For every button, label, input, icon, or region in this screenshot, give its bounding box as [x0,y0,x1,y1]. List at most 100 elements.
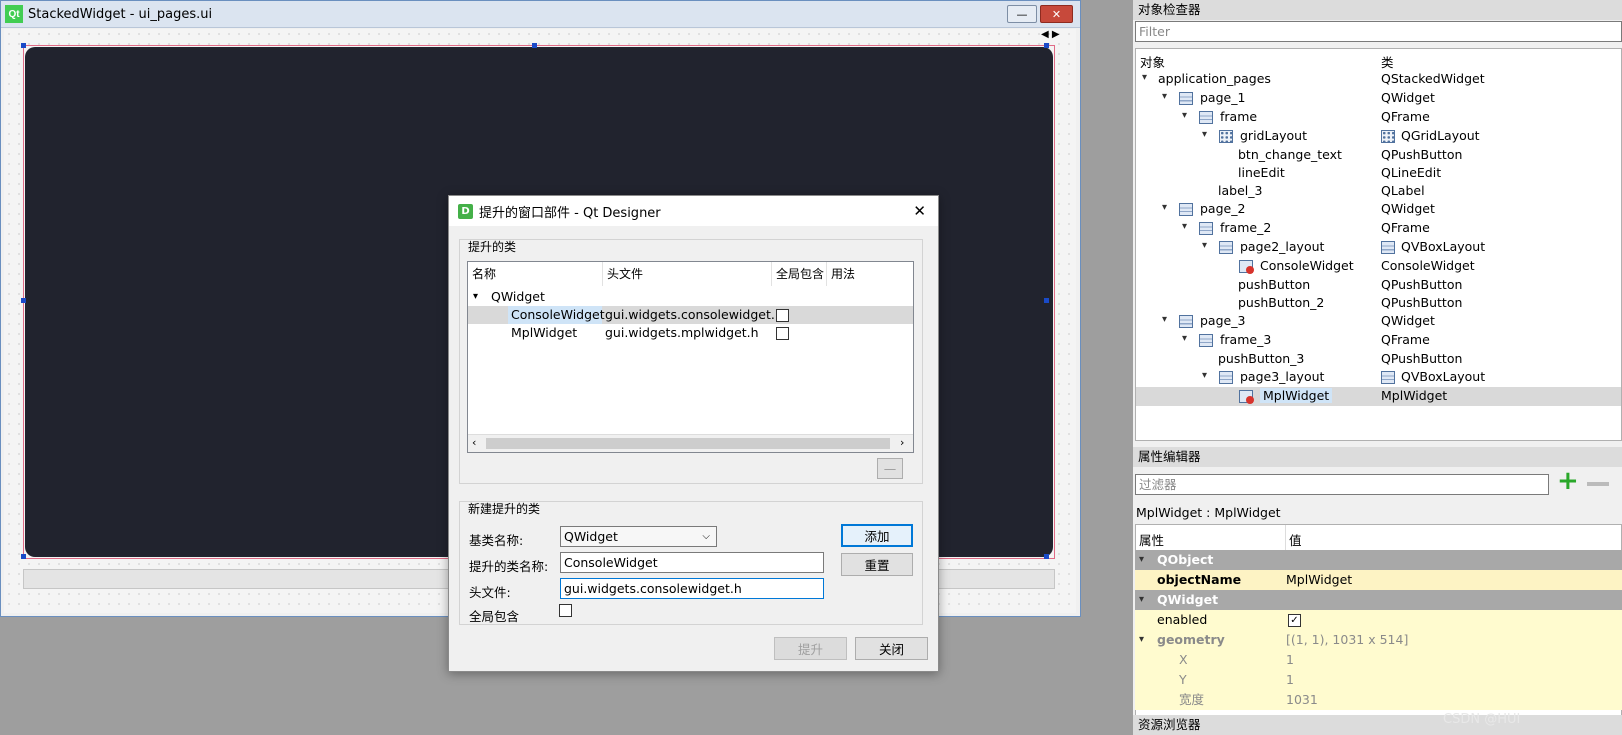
col-usage[interactable]: 用法 [827,262,913,286]
enabled-checkbox[interactable]: ✓ [1288,614,1301,627]
chevron-down-icon[interactable]: ▾ [1182,333,1187,344]
object-tree-row[interactable]: ▾ frame QFrame [1136,108,1621,127]
object-tree-row[interactable]: ▾ page_3 QWidget [1136,312,1621,331]
minimize-button[interactable]: — [1007,5,1037,23]
object-tree-row[interactable]: ▾ page3_layout QVBoxLayout [1136,368,1621,387]
object-tree-row[interactable]: MplWidget MplWidget [1136,387,1621,406]
resource-browser-title: 资源浏览器 [1133,715,1622,735]
chevron-down-icon: ⌵ [702,531,710,542]
chevron-down-icon[interactable]: ▾ [473,288,478,306]
form-titlebar[interactable]: Qt StackedWidget - ui_pages.ui [1,1,1080,28]
horizontal-scrollbar[interactable]: ‹ › [468,434,913,452]
resize-handle[interactable] [21,554,26,559]
object-tree-row[interactable]: label_3 QLabel [1136,182,1621,200]
object-tree-row[interactable]: ▾ page2_layout QVBoxLayout [1136,238,1621,257]
chevron-down-icon[interactable]: ▾ [1202,370,1207,381]
chevron-down-icon[interactable]: ▾ [1162,202,1167,213]
object-tree-row[interactable]: ▾ frame_3 QFrame [1136,331,1621,350]
promoted-classes-tree[interactable]: 名称 头文件 全局包含 用法 ▾ QWidget ConsoleWidget g… [467,261,914,453]
prop-row-geometry[interactable]: ▾ geometry [(1, 1), 1031 x 514] [1135,630,1622,650]
dialog-titlebar[interactable]: D 提升的窗口部件 - Qt Designer ✕ [449,196,938,226]
chevron-down-icon[interactable]: ▾ [1139,630,1144,650]
prop-row-enabled[interactable]: enabled ✓ [1135,610,1622,630]
object-tree-row[interactable]: ▾ page_1 QWidget [1136,89,1621,108]
object-tree-row[interactable]: ConsoleWidget ConsoleWidget [1136,257,1621,276]
chevron-down-icon[interactable]: ▾ [1182,110,1187,121]
object-class: MplWidget [1381,388,1448,403]
object-tree-row[interactable]: pushButton QPushButton [1136,276,1621,294]
object-tree-row[interactable]: pushButton_2 QPushButton [1136,294,1621,312]
global-include-checkbox[interactable] [776,309,789,322]
object-tree-row[interactable]: lineEdit QLineEdit [1136,164,1621,182]
tree-row-parent[interactable]: ▾ QWidget [468,288,913,306]
object-tree-row[interactable]: ▾ gridLayout QGridLayout [1136,127,1621,146]
base-class-select[interactable]: QWidget ⌵ [560,526,717,547]
col-header[interactable]: 头文件 [603,262,772,286]
prop-value: 1 [1286,652,1294,667]
close-button[interactable]: 关闭 [855,637,928,660]
section-qwidget[interactable]: ▾ QWidget [1135,590,1622,610]
object-name: pushButton_2 [1238,295,1325,310]
object-tree[interactable]: 对象 类 ▾ application_pages QStackedWidget ▾ pa… [1135,48,1622,441]
col-value: 值 [1289,533,1302,548]
right-dock-panel: 对象检查器 Filter 对象 类 ▾ application_pages QSta… [1133,0,1622,735]
chevron-down-icon[interactable]: ▾ [1162,91,1167,102]
chevron-right-icon[interactable]: › [900,436,904,449]
scrollbar-thumb[interactable] [486,438,890,449]
resize-handle[interactable] [21,43,26,48]
object-name: pushButton_3 [1218,351,1305,366]
resize-handle[interactable] [1044,43,1049,48]
chevron-down-icon[interactable]: ▾ [1202,129,1207,140]
global-include-new-checkbox[interactable] [559,604,572,617]
add-button[interactable]: 添加 [841,524,913,547]
section-label: QWidget [1157,592,1219,607]
add-property-icon[interactable]: + [1557,468,1579,494]
inspector-filter-input[interactable]: Filter [1135,21,1622,42]
col-property: 属性 [1139,533,1165,548]
chevron-down-icon[interactable]: ▾ [1139,590,1144,610]
section-qobject[interactable]: ▾ QObject [1135,550,1622,570]
object-name: ConsoleWidget [1260,258,1354,273]
promoted-class-input[interactable]: ConsoleWidget [560,552,824,573]
promoted-widget-icon [1239,390,1254,404]
col-global[interactable]: 全局包含 [772,262,827,286]
reset-button[interactable]: 重置 [841,553,913,576]
tree-row-consolewidget[interactable]: ConsoleWidget gui.widgets.consolewidget.… [468,306,913,324]
object-tree-row[interactable]: pushButton_3 QPushButton [1136,350,1621,368]
remove-property-icon[interactable] [1587,482,1609,486]
object-tree-row[interactable]: ▾ application_pages QStackedWidget [1136,70,1621,89]
object-tree-row[interactable]: ▾ frame_2 QFrame [1136,219,1621,238]
resize-handle[interactable] [1044,298,1049,303]
chevron-down-icon[interactable]: ▾ [1182,221,1187,232]
chevron-down-icon[interactable]: ▾ [1202,240,1207,251]
base-class-value: QWidget [564,529,618,544]
close-window-button[interactable]: ✕ [1040,5,1073,23]
prop-row-x[interactable]: X 1 [1135,650,1622,670]
dialog-close-icon[interactable]: ✕ [913,202,926,220]
resize-handle[interactable] [532,43,537,48]
base-class-label: 基类名称: [469,533,524,548]
tree-row-mplwidget[interactable]: MplWidget gui.widgets.mplwidget.h [468,324,913,342]
property-filter-input[interactable]: 过滤器 [1135,474,1549,495]
chevron-down-icon[interactable]: ▾ [1162,314,1167,325]
resize-handle[interactable] [1044,554,1049,559]
scroll-arrows-icon[interactable]: ◀ ▶ [1041,29,1060,40]
col-name[interactable]: 名称 [468,262,603,286]
prop-row-width[interactable]: 宽度 1031 [1135,690,1622,710]
prop-row-y[interactable]: Y 1 [1135,670,1622,690]
object-tree-row[interactable]: ▾ page_2 QWidget [1136,200,1621,219]
object-tree-row[interactable]: btn_change_text QPushButton [1136,146,1621,164]
tree-item-name: ConsoleWidget [508,306,605,324]
prop-row-objectname[interactable]: objectName MplWidget [1135,570,1622,590]
tree-item-header: gui.widgets.consolewidget.h [605,307,783,322]
chevron-down-icon[interactable]: ▾ [1139,550,1144,570]
chevron-down-icon[interactable]: ▾ [1142,72,1147,83]
chevron-left-icon[interactable]: ‹ [472,436,476,449]
header-file-input[interactable]: gui.widgets.consolewidget.h [560,578,824,599]
promote-button[interactable]: 提升 [774,637,847,660]
object-name: label_3 [1218,183,1263,198]
remove-button[interactable]: — [877,458,903,479]
dialog-title: 提升的窗口部件 - Qt Designer [479,205,661,221]
resize-handle[interactable] [21,298,26,303]
global-include-checkbox[interactable] [776,327,789,340]
